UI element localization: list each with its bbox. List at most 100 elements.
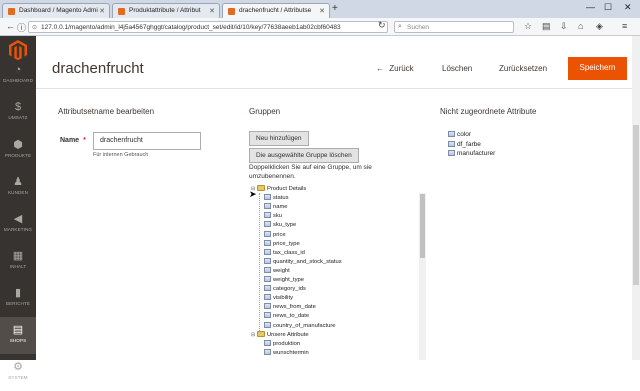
collapse-toggle-icon[interactable]: ⊟ bbox=[251, 332, 256, 338]
page-title: drachenfrucht bbox=[52, 60, 144, 77]
sidebar-item-shops[interactable]: ▤ SHOPS bbox=[0, 317, 36, 354]
attribute-icon bbox=[264, 321, 271, 328]
tree-group-folder[interactable]: ⊟ Product Details bbox=[251, 185, 306, 194]
tree-attribute-item[interactable]: price bbox=[264, 230, 286, 240]
tree-attribute-item[interactable]: sku_type bbox=[264, 221, 296, 230]
minimize-icon[interactable]: — bbox=[586, 2, 595, 12]
tree-item-label: news_to_date bbox=[273, 313, 310, 320]
tree-item-label: Unsere Attribute bbox=[267, 331, 309, 338]
browser-tab-bar: Dashboard / Magento Admi ✕ Produktattrib… bbox=[0, 0, 640, 18]
sidebar-item-umsatz[interactable]: $ UMSATZ bbox=[0, 95, 36, 132]
back-arrow-icon[interactable]: ← bbox=[6, 21, 15, 31]
tree-item-label: weight bbox=[273, 267, 290, 274]
delete-group-button[interactable]: Die ausgewählte Gruppe löschen bbox=[249, 148, 359, 163]
pocket-icon[interactable]: ◈ bbox=[596, 21, 603, 32]
sidebar-item-dashboard[interactable]: ◔ DASHBOARD bbox=[0, 58, 36, 95]
tree-item-label: status bbox=[273, 195, 289, 202]
tree-attribute-item[interactable]: weight bbox=[264, 266, 290, 276]
new-tab-icon[interactable]: + bbox=[332, 3, 338, 14]
name-input[interactable]: drachenfrucht bbox=[93, 132, 201, 150]
sidebar-item-marketing[interactable]: ◀ MARKETING bbox=[0, 206, 36, 243]
unassigned-attribute-item[interactable]: df_farbe bbox=[448, 140, 568, 148]
tree-attribute-item[interactable]: news_from_date bbox=[264, 303, 316, 312]
arrow-left-icon: ← bbox=[376, 64, 384, 73]
groups-section-title: Gruppen bbox=[249, 107, 281, 116]
maximize-icon[interactable]: ☐ bbox=[604, 2, 612, 13]
unassigned-attribute-item[interactable]: manufacturer bbox=[448, 150, 568, 157]
url-bar[interactable]: ⊙ 127.0.0.1/magento/admin_l4j5a4567ghggt… bbox=[28, 21, 388, 33]
tree-attribute-item[interactable]: wunschtermin bbox=[264, 348, 309, 358]
attribute-icon bbox=[264, 303, 271, 310]
close-tab-icon[interactable]: ✕ bbox=[209, 7, 215, 15]
browser-tab-drachenfrucht[interactable]: drachenfrucht / Attributse ✕ bbox=[222, 3, 330, 18]
browser-tab-dashboard[interactable]: Dashboard / Magento Admi ✕ bbox=[2, 3, 110, 18]
tree-attribute-item[interactable]: sku bbox=[264, 212, 282, 221]
sidebar-item-berichte[interactable]: ▮ BERICHTE bbox=[0, 280, 36, 317]
tree-attribute-item[interactable]: category_ids bbox=[264, 285, 306, 294]
tree-attribute-item[interactable]: price_type bbox=[264, 239, 300, 249]
tree-item-label: name bbox=[273, 204, 288, 211]
tree-group-folder[interactable]: ⊟ Unsere Attribute bbox=[251, 330, 309, 340]
info-icon[interactable]: ⓘ bbox=[17, 21, 26, 34]
browser-tab-produktattribute[interactable]: Produktattribute / Attribut ✕ bbox=[112, 3, 220, 18]
tree-attribute-item[interactable]: tax_class_id bbox=[264, 248, 305, 258]
attribute-icon bbox=[264, 221, 271, 228]
sidebar-item-kunden[interactable]: ♟ KUNDEN bbox=[0, 169, 36, 206]
megaphone-icon: ◀ bbox=[13, 213, 23, 225]
sidebar-item-produkte[interactable]: ⬢ PRODUKTE bbox=[0, 132, 36, 169]
tree-item-label: sku_type bbox=[273, 222, 297, 229]
attribute-icon bbox=[264, 257, 271, 264]
sidebar-item-label: INHALT bbox=[9, 264, 27, 269]
attribute-icon bbox=[264, 248, 271, 255]
tree-attribute-item[interactable]: quantity_and_stock_status bbox=[264, 257, 342, 267]
reload-icon[interactable]: ↻ bbox=[378, 20, 386, 31]
tree-attribute-item[interactable]: status bbox=[264, 194, 288, 203]
browser-tab-title: Dashboard / Magento Admi bbox=[19, 7, 98, 14]
attribute-icon bbox=[264, 312, 271, 319]
magento-logo-icon[interactable] bbox=[9, 40, 27, 60]
save-button[interactable]: Speichern bbox=[568, 57, 627, 80]
folder-icon bbox=[257, 185, 265, 191]
attribute-icon bbox=[264, 285, 271, 292]
search-icon: ⌕ bbox=[398, 23, 402, 30]
back-button[interactable]: ← Zurück bbox=[376, 59, 414, 79]
magento-favicon-icon bbox=[118, 8, 125, 15]
tree-scrollbar-thumb[interactable] bbox=[420, 194, 425, 258]
page-scrollbar-thumb[interactable] bbox=[633, 125, 639, 285]
tree-attribute-item[interactable]: visibility bbox=[264, 294, 293, 303]
unassigned-attribute-label: manufacturer bbox=[457, 150, 496, 157]
groups-hint: Doppelklicken Sie auf eine Gruppe, um si… bbox=[249, 164, 372, 180]
tree-item-label: category_ids bbox=[273, 286, 306, 293]
attribute-icon bbox=[264, 276, 271, 282]
home-icon[interactable]: ⌂ bbox=[578, 21, 583, 31]
tree-attribute-item[interactable]: news_to_date bbox=[264, 312, 309, 321]
reading-list-icon[interactable]: ▤ bbox=[542, 21, 551, 32]
unassigned-attribute-item[interactable]: color bbox=[448, 131, 568, 138]
url-text: 127.0.0.1/magento/admin_l4j5a4567ghggt/c… bbox=[41, 24, 341, 31]
attribute-icon bbox=[264, 203, 271, 210]
required-asterisk: * bbox=[83, 137, 86, 144]
close-window-icon[interactable]: ✕ bbox=[624, 2, 632, 13]
content-icon: ▦ bbox=[12, 250, 24, 262]
add-group-button[interactable]: Neu hinzufügen bbox=[249, 131, 309, 146]
tree-item-label: sku bbox=[273, 213, 283, 220]
tree-item-label: weight_type bbox=[273, 277, 304, 283]
tree-attribute-item[interactable]: weight_type bbox=[264, 276, 304, 285]
attribute-group-tree: ⊟ Product Details status name sku sku_type pri… bbox=[249, 185, 429, 360]
tree-attribute-item[interactable]: name bbox=[264, 203, 288, 212]
reset-button[interactable]: Zurücksetzen bbox=[499, 59, 547, 79]
menu-icon[interactable]: ≡ bbox=[622, 21, 627, 31]
tree-attribute-item[interactable]: country_of_manufacture bbox=[264, 321, 336, 331]
browser-tab-title: Produktattribute / Attribut bbox=[129, 7, 201, 14]
browser-tab-title: drachenfrucht / Attributse bbox=[239, 7, 312, 14]
attribute-icon bbox=[448, 131, 455, 137]
browser-search-input[interactable]: ⌕ Suchen bbox=[394, 21, 514, 33]
close-tab-icon[interactable]: ✕ bbox=[319, 7, 325, 15]
tree-item-label: quantity_and_stock_status bbox=[273, 258, 342, 265]
close-tab-icon[interactable]: ✕ bbox=[99, 7, 105, 15]
sidebar-item-inhalt[interactable]: ▦ INHALT bbox=[0, 243, 36, 280]
download-icon[interactable]: ⇩ bbox=[560, 21, 568, 32]
delete-button[interactable]: Löschen bbox=[442, 59, 472, 79]
tree-attribute-item[interactable]: produktion bbox=[264, 339, 300, 349]
bookmark-star-icon[interactable]: ☆ bbox=[524, 21, 532, 32]
